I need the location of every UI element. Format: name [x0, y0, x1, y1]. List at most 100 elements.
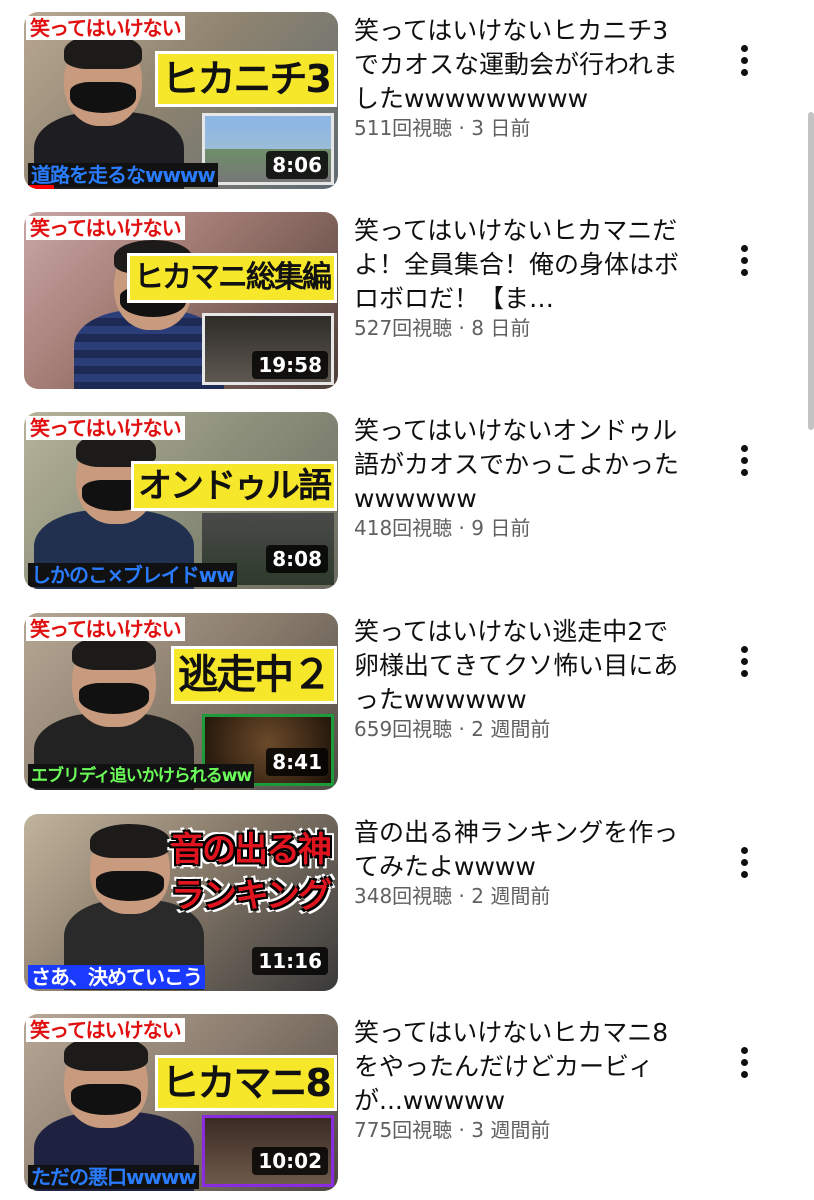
view-count: 659回視聴	[354, 717, 453, 741]
video-meta: 348回視聴 · 2 週間前	[354, 883, 550, 909]
view-count: 527回視聴	[354, 316, 453, 340]
meta-separator: ·	[458, 1118, 465, 1142]
thumbnail-badge: 笑ってはいけない	[26, 1018, 185, 1042]
meta-separator: ·	[458, 717, 465, 741]
video-thumbnail[interactable]: 笑ってはいけない ヒカニチ3 道路を走るなwwww 8:06	[24, 12, 338, 189]
video-thumbnail[interactable]: 音の出る神 ランキング さあ、決めていこう 11:16	[24, 814, 338, 991]
dot	[740, 456, 748, 464]
video-list: 笑ってはいけない ヒカニチ3 道路を走るなwwww 8:06 笑ってはいけないヒ…	[0, 0, 814, 1200]
video-title[interactable]: 笑ってはいけないオンドゥル語がカオスでかっこよかったwwwwww	[354, 414, 680, 516]
three-dot-vertical-icon	[740, 846, 748, 854]
video-item[interactable]: 笑ってはいけない ヒカマニ8 ただの悪口wwww 10:02 笑ってはいけないヒ…	[0, 1014, 800, 1194]
dot	[740, 468, 748, 476]
person-head	[64, 34, 142, 126]
upload-age: 9 日前	[471, 516, 531, 540]
view-count: 418回視聴	[354, 516, 453, 540]
video-duration: 11:16	[252, 947, 328, 975]
person-head	[72, 635, 156, 727]
video-duration: 8:41	[266, 748, 328, 776]
face-mask	[70, 1083, 142, 1116]
upload-age: 2 週間前	[471, 884, 551, 908]
video-thumbnail[interactable]: 笑ってはいけない ヒカマニ総集編 19:58	[24, 212, 338, 389]
thumbnail-badge: 笑ってはいけない	[26, 16, 185, 40]
view-count: 348回視聴	[354, 884, 453, 908]
dot	[740, 1070, 748, 1078]
meta-separator: ·	[458, 884, 465, 908]
three-dot-vertical-icon	[740, 1046, 748, 1054]
video-item[interactable]: 音の出る神 ランキング さあ、決めていこう 11:16 音の出る神ランキングを作…	[0, 814, 800, 994]
three-dot-vertical-icon	[740, 44, 748, 52]
dot	[740, 1058, 748, 1066]
video-meta: 527回視聴 · 8 日前	[354, 315, 530, 341]
three-dot-vertical-icon	[740, 645, 748, 653]
video-title[interactable]: 音の出る神ランキングを作ってみたよwwww	[354, 816, 680, 884]
video-title[interactable]: 笑ってはいけない逃走中2で卵様出てきてクソ怖い目にあったwwwwww	[354, 615, 680, 717]
thumbnail-caption: 逃走中２	[174, 649, 334, 701]
more-options-button[interactable]	[724, 240, 764, 280]
video-meta: 775回視聴 · 3 週間前	[354, 1117, 550, 1143]
thumbnail-badge: 笑ってはいけない	[26, 617, 185, 641]
dot	[740, 68, 748, 76]
video-item[interactable]: 笑ってはいけない ヒカニチ3 道路を走るなwwww 8:06 笑ってはいけないヒ…	[0, 12, 800, 192]
upload-age: 3 日前	[471, 116, 531, 140]
video-thumbnail[interactable]: 笑ってはいけない 逃走中２ エブリディ追いかけられるww 8:41	[24, 613, 338, 790]
video-item[interactable]: 笑ってはいけない オンドゥル語 しかのこ×ブレイドww 8:08 笑ってはいけな…	[0, 412, 800, 592]
dot	[740, 657, 748, 665]
thumbnail-caption: ヒカマニ8	[157, 1058, 334, 1108]
video-title[interactable]: 笑ってはいけないヒカマニだよ！全員集合！俺の身体はボロボロだ！【ま…	[354, 214, 680, 316]
person-head	[64, 1036, 148, 1128]
thumbnail-caption: オンドゥル語	[134, 464, 334, 508]
thumbnail-caption-line2: ランキング	[171, 876, 332, 916]
more-options-button[interactable]	[724, 440, 764, 480]
video-meta: 659回視聴 · 2 週間前	[354, 716, 550, 742]
upload-age: 8 日前	[471, 316, 531, 340]
video-meta: 511回視聴 · 3 日前	[354, 115, 530, 141]
upload-age: 2 週間前	[471, 717, 551, 741]
meta-separator: ·	[458, 516, 465, 540]
thumbnail-subcaption: ただの悪口wwww	[28, 1165, 199, 1189]
video-duration: 8:06	[266, 151, 328, 179]
video-thumbnail[interactable]: 笑ってはいけない オンドゥル語 しかのこ×ブレイドww 8:08	[24, 412, 338, 589]
video-title[interactable]: 笑ってはいけないヒカマニ8をやったんだけどカービィが...wwwww	[354, 1016, 680, 1118]
dot	[740, 669, 748, 677]
view-count: 511回視聴	[354, 116, 453, 140]
dot	[740, 858, 748, 866]
more-options-button[interactable]	[724, 842, 764, 882]
meta-separator: ·	[458, 116, 465, 140]
video-thumbnail[interactable]: 笑ってはいけない ヒカマニ8 ただの悪口wwww 10:02	[24, 1014, 338, 1191]
person-head	[90, 824, 170, 914]
thumbnail-subcaption: 道路を走るなwwww	[28, 163, 218, 187]
video-duration: 19:58	[252, 351, 328, 379]
dot	[740, 268, 748, 276]
thumbnail-caption: ヒカニチ3	[157, 54, 334, 104]
view-count: 775回視聴	[354, 1118, 453, 1142]
dot	[740, 56, 748, 64]
thumbnail-badge: 笑ってはいけない	[26, 216, 185, 240]
thumbnail-subcaption: さあ、決めていこう	[28, 965, 205, 989]
more-options-button[interactable]	[724, 40, 764, 80]
video-item[interactable]: 笑ってはいけない ヒカマニ総集編 19:58 笑ってはいけないヒカマニだよ！全員…	[0, 212, 800, 392]
video-title[interactable]: 笑ってはいけないヒカニチ3でカオスな運動会が行われましたwwwwwwwww	[354, 14, 680, 116]
thumbnail-subcaption: エブリディ追いかけられるww	[28, 764, 255, 788]
face-mask	[96, 870, 164, 902]
person-hair	[90, 824, 170, 859]
upload-age: 3 週間前	[471, 1118, 551, 1142]
watch-progress-bar	[24, 185, 54, 189]
video-meta: 418回視聴 · 9 日前	[354, 515, 530, 541]
thumbnail-caption: 音の出る神	[170, 830, 332, 870]
video-duration: 10:02	[252, 1147, 328, 1175]
face-mask	[70, 81, 136, 114]
dot	[740, 256, 748, 264]
three-dot-vertical-icon	[740, 444, 748, 452]
scrollbar[interactable]	[808, 112, 814, 430]
video-item[interactable]: 笑ってはいけない 逃走中２ エブリディ追いかけられるww 8:41 笑ってはいけ…	[0, 613, 800, 793]
face-mask	[78, 682, 150, 715]
three-dot-vertical-icon	[740, 244, 748, 252]
meta-separator: ·	[458, 316, 465, 340]
thumbnail-badge: 笑ってはいけない	[26, 416, 185, 440]
thumbnail-subcaption: しかのこ×ブレイドww	[28, 563, 237, 587]
more-options-button[interactable]	[724, 1042, 764, 1082]
more-options-button[interactable]	[724, 641, 764, 681]
dot	[740, 870, 748, 878]
thumbnail-caption: ヒカマニ総集編	[130, 256, 334, 300]
